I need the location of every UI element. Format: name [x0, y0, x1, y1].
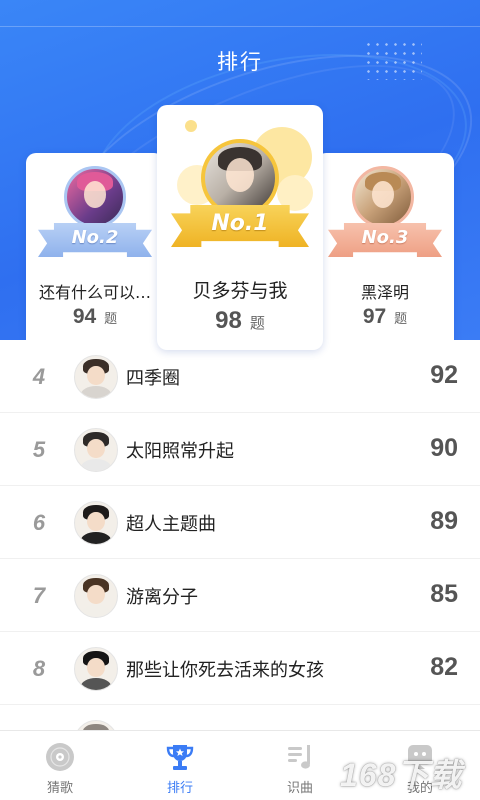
status-bar-divider [0, 26, 480, 27]
page-title: 排行 [217, 50, 263, 74]
podium-card-second[interactable]: No.2 还有什么可以… 94 题 [26, 153, 164, 353]
ranking-list[interactable]: 4 四季圈 92 5 太阳照常升起 90 6 超人主题曲 89 7 游离分子 8… [0, 340, 480, 730]
trophy-icon [166, 745, 194, 770]
avatar [74, 355, 118, 399]
rank-badge-label: No.3 [361, 227, 409, 248]
score-unit: 题 [104, 312, 118, 327]
rank-number: 8 [32, 656, 46, 681]
player-name: 还有什么可以… [38, 283, 151, 302]
podium-card-first[interactable]: No.1 贝多芬与我 98 题 [157, 105, 323, 350]
tab-label: 排行 [166, 781, 193, 796]
player-name: 那些让你死去活来的女孩 [126, 660, 324, 681]
list-item[interactable]: 5 太阳照常升起 90 [0, 413, 480, 486]
player-name: 太阳照常升起 [126, 441, 234, 462]
player-score: 92 [430, 361, 458, 389]
rank-number: 5 [32, 437, 46, 462]
rank-number: 7 [32, 583, 46, 608]
player-name: 超人主题曲 [126, 514, 216, 535]
player-score: 85 [430, 580, 458, 608]
disc-icon [46, 743, 74, 771]
score-value: 97 [362, 305, 387, 328]
tab-label: 猜歌 [46, 781, 73, 796]
avatar [352, 166, 414, 228]
list-item[interactable]: 4 四季圈 92 [0, 340, 480, 413]
player-score: 90 [430, 434, 458, 462]
avatar [74, 501, 118, 545]
player-name: 贝多芬与我 [192, 280, 288, 302]
player-score: 98 题 [157, 307, 323, 335]
decorative-bubble [185, 120, 197, 132]
rank-ribbon-silver: No.2 [38, 223, 152, 257]
player-score: 82 [430, 653, 458, 681]
tab-guess-song[interactable]: 猜歌 [0, 731, 120, 800]
rank-ribbon-bronze: No.3 [328, 223, 442, 257]
list-item[interactable]: 7 游离分子 85 [0, 559, 480, 632]
avatar [64, 166, 126, 228]
player-name: 四季圈 [126, 368, 180, 389]
music-list-icon [288, 745, 310, 769]
score-unit: 题 [394, 312, 408, 327]
player-score: 94 题 [26, 305, 164, 329]
player-score: 89 [430, 507, 458, 535]
rank-number: 6 [32, 510, 46, 535]
tab-ranking[interactable]: 排行 [120, 731, 240, 800]
score-value: 94 [72, 305, 97, 328]
avatar [74, 720, 118, 730]
rank-badge-label: No.2 [71, 227, 119, 248]
score-unit: 题 [249, 314, 265, 332]
rank-ribbon-gold: No.1 [171, 205, 309, 247]
avatar [74, 647, 118, 691]
player-name: 游离分子 [126, 587, 198, 608]
podium-card-third[interactable]: No.3 黑泽明 97 题 [316, 153, 454, 353]
list-item[interactable]: 6 超人主题曲 89 [0, 486, 480, 559]
rank-number: 4 [32, 364, 46, 389]
avatar [74, 428, 118, 472]
rank-badge-label: No.1 [211, 211, 269, 236]
list-item[interactable]: 8 那些让你死去活来的女孩 82 [0, 632, 480, 705]
player-score: 97 题 [316, 305, 454, 329]
score-value: 98 [215, 307, 242, 334]
player-name: 黑泽明 [360, 283, 409, 302]
site-watermark: 168下载 [340, 757, 463, 793]
avatar [74, 574, 118, 618]
list-item[interactable] [0, 705, 480, 730]
